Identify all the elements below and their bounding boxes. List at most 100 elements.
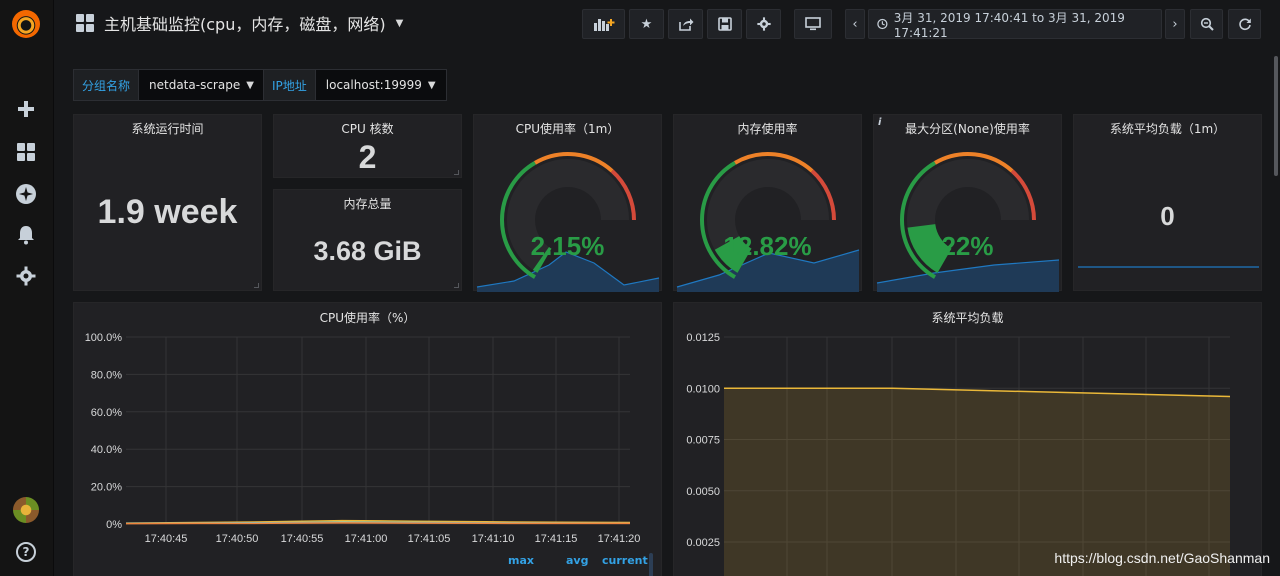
panel-load-stat: 系统平均负载（1m） 0 [1073,114,1262,291]
x-tick-label: 17:41:05 [408,533,451,545]
variable-group-name-dropdown[interactable]: netdata-scrape ▼ [139,69,265,101]
variable-group-name: 分组名称 netdata-scrape ▼ [73,69,265,101]
watermark: https://blog.csdn.net/GaoShanman [1054,550,1270,566]
chevron-left-icon: ‹ [852,16,858,32]
tv-mode-button[interactable] [794,9,832,39]
variable-label: IP地址 [263,69,316,101]
panel-load-graph: 系统平均负载 0.0025 0.0050 0.0075 0.0100 0.0125 [673,302,1262,576]
share-button[interactable] [668,9,703,39]
cpu-graph-svg: 0% 20.0% 40.0% 60.0% 80.0% 100.0% 17:40:45 17:4… [85,332,641,545]
legend-header-current[interactable]: current [602,554,648,567]
x-tick-label: 17:41:10 [472,533,515,545]
settings-button[interactable] [746,9,781,39]
x-tick-label: 17:41:00 [345,533,388,545]
panel-cpu-graph: CPU使用率（%） 0% 20.0% 40.0% 60.0% 80.0% 100.0% 17… [73,302,662,576]
dashboard-title: 主机基础监控(cpu，内存，磁盘，网络) [104,15,386,34]
refresh-button[interactable] [1228,9,1261,39]
y-tick-label: 0.0050 [686,486,720,498]
gauge-value: 2.15% [530,231,605,261]
x-tick-label: 17:40:55 [281,533,324,545]
share-icon [678,18,693,31]
y-tick-label: 100.0% [85,332,123,344]
panel-cpu-cores: CPU 核数 2 [273,114,462,178]
legend-scrollbar[interactable] [649,553,653,576]
add-panel-button[interactable] [582,9,625,39]
add-panel-icon [593,19,614,31]
dashboard-title-button[interactable]: 主机基础监控(cpu，内存，磁盘，网络) ▼ [76,11,403,35]
chevron-right-icon: › [1172,16,1178,32]
time-back-button[interactable]: ‹ [845,9,865,39]
variable-ip-address: IP地址 localhost:19999 ▼ [263,69,447,101]
chevron-down-icon: ▼ [395,17,404,29]
search-zoom-icon [1200,17,1214,31]
panel-uptime: 系统运行时间 1.9 week [73,114,262,291]
zoom-out-button[interactable] [1190,9,1223,39]
star-button[interactable]: ★ [629,9,664,39]
sparkline [1078,266,1259,268]
save-icon [717,17,732,31]
y-tick-label: 0% [106,519,122,531]
star-icon: ★ [640,16,653,32]
panel-mem-total: 内存总量 3.68 GiB [273,189,462,291]
save-button[interactable] [707,9,742,39]
settings-gear-icon [756,17,771,31]
explore-compass-icon[interactable] [12,180,40,208]
clock-icon [877,18,888,30]
chevron-down-icon: ▼ [427,79,436,91]
variable-value: localhost:19999 [325,78,422,92]
series-area [724,388,1230,576]
sparkline-area [877,260,1059,292]
y-tick-label: 20.0% [91,482,122,494]
y-tick-label: 40.0% [91,444,122,456]
monitor-icon [805,17,821,31]
chevron-down-icon: ▼ [246,79,254,91]
resize-handle[interactable] [454,283,459,288]
resize-handle[interactable] [254,283,259,288]
gauge-chart [676,152,860,292]
x-tick-label: 17:40:50 [216,533,259,545]
load-graph-svg: 0.0025 0.0050 0.0075 0.0100 0.0125 [686,332,1231,576]
gauge-chart [876,152,1060,292]
variable-ip-address-dropdown[interactable]: localhost:19999 ▼ [315,69,447,101]
panel-title[interactable]: 系统平均负载（1m） [1074,120,1261,137]
legend-header-avg[interactable]: avg [566,554,588,567]
plus-icon[interactable] [12,95,40,123]
panel-mem-usage-gauge: 内存使用率 12.82% [673,114,862,292]
help-icon[interactable]: ? [16,542,36,562]
sidebar: ? [0,0,54,576]
resize-handle[interactable] [454,170,459,175]
dashboards-icon[interactable] [12,138,40,166]
x-tick-label: 17:40:45 [145,533,188,545]
grafana-logo-icon[interactable] [12,10,40,38]
stat-value: 0 [1160,201,1175,231]
configuration-gear-icon[interactable] [12,262,40,290]
panel-title[interactable]: 系统运行时间 [74,120,261,137]
gauge-chart [476,152,660,292]
legend-header-max[interactable]: max [508,554,534,567]
y-tick-label: 0.0125 [686,332,720,344]
y-tick-label: 0.0100 [686,383,720,395]
gauge-value: 22% [941,231,994,261]
refresh-icon [1238,18,1251,31]
top-navbar: 主机基础监控(cpu，内存，磁盘，网络) ▼ ★ ‹ 3月 31, 2019 1… [54,0,1280,46]
y-tick-label: 60.0% [91,407,122,419]
variable-value: netdata-scrape [149,78,241,92]
user-avatar[interactable] [13,497,39,523]
time-range-picker[interactable]: 3月 31, 2019 17:40:41 to 3月 31, 2019 17:4… [868,9,1162,40]
gauge-value: 12.82% [723,231,812,261]
y-tick-label: 80.0% [91,369,122,381]
time-forward-button[interactable]: › [1165,9,1185,39]
alerting-bell-icon[interactable] [12,221,40,249]
page-scrollbar[interactable] [1274,56,1278,176]
stat-value: 3.68 GiB [313,236,422,266]
series-line [125,522,630,525]
panel-title[interactable]: 内存总量 [274,195,461,212]
panel-cpu-usage-gauge: CPU使用率（1m） 2.15% [473,114,662,292]
time-range-label: 3月 31, 2019 17:40:41 to 3月 31, 2019 17:4… [893,10,1125,40]
variable-label: 分组名称 [73,69,140,101]
panel-title[interactable]: CPU 核数 [274,120,461,137]
y-tick-label: 0.0025 [686,537,720,549]
stat-value: 2 [358,139,377,175]
x-tick-label: 17:41:15 [535,533,578,545]
panel-disk-usage-gauge: i 最大分区(None)使用率 22% [873,114,1062,292]
